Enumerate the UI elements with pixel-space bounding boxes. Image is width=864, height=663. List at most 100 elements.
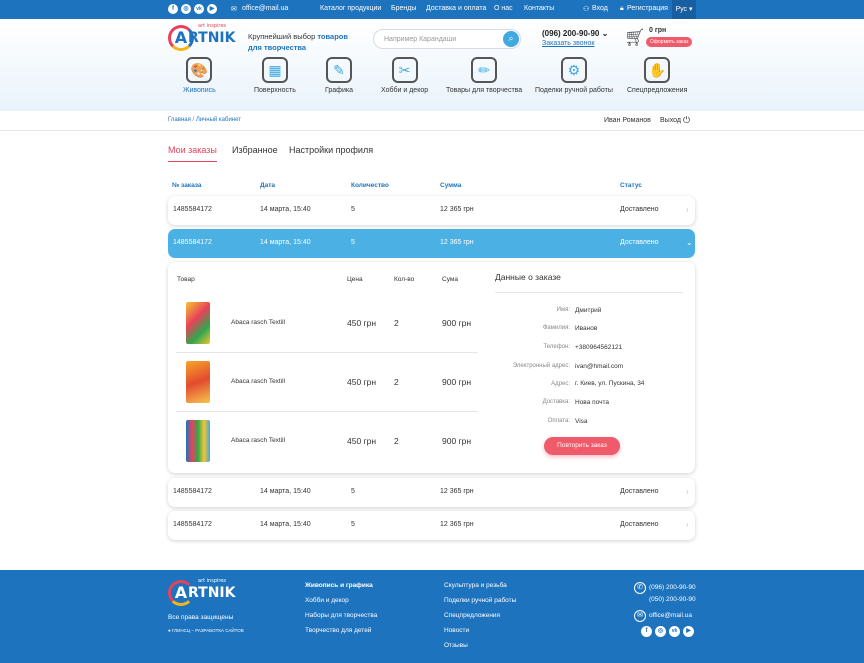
- product-row: Abaca rasch Textill 450 грн 2 900 грн: [176, 412, 478, 471]
- power-icon[interactable]: ⏻: [683, 115, 693, 125]
- vk-icon[interactable]: vk: [669, 626, 680, 637]
- register-link[interactable]: Регистрация: [627, 5, 668, 12]
- product-name[interactable]: Abaca rasch Textill: [231, 378, 285, 385]
- order-sum: 12 365 грн: [440, 488, 474, 495]
- tagline-plain: Крупнейший выбор: [248, 32, 318, 41]
- footer-email[interactable]: office@mail.ua: [649, 612, 692, 619]
- language-select[interactable]: Рус ▾: [672, 0, 696, 19]
- callback-link[interactable]: Заказать звонок: [542, 40, 594, 47]
- order-date: 14 марта, 15:40: [260, 521, 311, 528]
- tab-profile-settings[interactable]: Настройки профиля: [289, 145, 373, 155]
- category-graphics[interactable]: ✎ Графика: [325, 57, 353, 94]
- footer-link[interactable]: Поделки ручной работы: [444, 597, 516, 604]
- footer-link[interactable]: Скульптура и резьба: [444, 582, 507, 589]
- checkout-button[interactable]: Оформить заказ: [646, 37, 693, 47]
- product-name[interactable]: Abaca rasch Textill: [231, 437, 285, 444]
- order-qty: 5: [351, 206, 355, 213]
- chevron-right-icon[interactable]: ›: [686, 520, 689, 529]
- category-painting[interactable]: 🎨 Живопись: [183, 57, 216, 94]
- category-creativity[interactable]: ✏ Товары для творчества: [446, 57, 522, 94]
- field-label: Адрес:: [551, 381, 570, 387]
- order-row-selected[interactable]: 1485584172 14 марта, 15:40 5 12 365 грн …: [168, 229, 695, 258]
- product-image[interactable]: [186, 302, 210, 344]
- breadcrumb-home[interactable]: Главная: [168, 117, 191, 123]
- mail-icon: ✉: [231, 6, 237, 13]
- product-price: 450 грн: [347, 318, 377, 328]
- col-sum: Сумма: [440, 182, 462, 189]
- facebook-icon[interactable]: f: [641, 626, 652, 637]
- cart-icon[interactable]: 🛒︎: [624, 29, 646, 47]
- footer-link[interactable]: Хобби и декор: [305, 597, 349, 604]
- order-row[interactable]: 1485584172 14 марта, 15:40 5 12 365 грн …: [168, 478, 695, 507]
- search-icon[interactable]: ⌕: [503, 31, 519, 47]
- nav-brands[interactable]: Бренды: [391, 5, 416, 12]
- youtube-icon[interactable]: ▶: [683, 626, 694, 637]
- chevron-down-icon[interactable]: ⌄: [686, 238, 693, 247]
- product-image[interactable]: [186, 361, 210, 403]
- order-qty: 5: [351, 239, 355, 246]
- product-qty: 2: [394, 377, 399, 387]
- breadcrumb-separator: /: [192, 117, 195, 123]
- header-phone[interactable]: (096) 200-90-90 ⌄: [542, 29, 608, 38]
- divider: [495, 292, 683, 293]
- footer-link[interactable]: Новости: [444, 627, 469, 634]
- order-row[interactable]: 1485584172 14 марта, 15:40 5 12 365 грн …: [168, 511, 695, 540]
- field-value: г. Киев, ул. Пускина, 34: [575, 380, 645, 387]
- search-box[interactable]: Например Карандаши ⌕: [373, 29, 521, 49]
- field-label: Телефон:: [543, 344, 570, 350]
- user-name[interactable]: Иван Романов: [604, 117, 651, 124]
- cart-sum: 0 грн: [649, 27, 667, 34]
- instagram-icon[interactable]: ◎: [181, 4, 191, 14]
- field-value: Visa: [575, 418, 588, 425]
- category-surface[interactable]: ▦ Поверхность: [254, 57, 296, 94]
- footer-link[interactable]: Творчество для детей: [305, 627, 371, 634]
- developer-credit[interactable]: ● ГЛИНСЦ – РАЗРАБОТКА САЙТОВ: [168, 628, 244, 633]
- repeat-order-button[interactable]: Повторить заказ: [544, 437, 620, 455]
- topbar-email[interactable]: office@mail.ua: [242, 5, 288, 12]
- tab-my-orders[interactable]: Мои заказы: [168, 145, 217, 162]
- product-qty: 2: [394, 318, 399, 328]
- footer-logo[interactable]: art inspires ARTNIK: [168, 578, 235, 606]
- category-label: Спецпредложения: [627, 87, 688, 94]
- order-row[interactable]: 1485584172 14 марта, 15:40 5 12 365 грн …: [168, 196, 695, 225]
- instagram-icon[interactable]: ◎: [655, 626, 666, 637]
- product-sum: 900 грн: [442, 318, 472, 328]
- nav-delivery[interactable]: Доставка и оплата: [426, 5, 486, 12]
- tagline-bold: товаров: [317, 32, 348, 41]
- breadcrumb-current[interactable]: Личный кабинет: [196, 117, 241, 123]
- category-label: Графика: [325, 87, 353, 94]
- pencil-icon: ✎: [325, 57, 352, 83]
- vk-icon[interactable]: vk: [194, 4, 204, 14]
- logo[interactable]: art inspires ARTNIK: [168, 23, 235, 51]
- chevron-right-icon[interactable]: ›: [686, 487, 689, 496]
- category-handmade[interactable]: ⚙ Поделки ручной работы: [535, 57, 613, 94]
- search-input[interactable]: Например Карандаши: [384, 36, 456, 43]
- chevron-down-icon[interactable]: ⌄: [602, 29, 609, 38]
- footer-link[interactable]: Наборы для творчества: [305, 612, 377, 619]
- order-date: 14 марта, 15:40: [260, 206, 311, 213]
- nav-contacts[interactable]: Контакты: [524, 5, 554, 12]
- field-label: Имя:: [556, 307, 570, 313]
- product-row: Abaca rasch Textill 450 грн 2 900 грн: [176, 353, 478, 412]
- chevron-right-icon[interactable]: ›: [686, 205, 689, 214]
- product-name[interactable]: Abaca rasch Textill: [231, 319, 285, 326]
- footer-link[interactable]: Спецпредложения: [444, 612, 500, 619]
- footer-link[interactable]: Живопись и графика: [305, 582, 373, 589]
- login-link[interactable]: Вход: [592, 5, 608, 12]
- palette-icon: 🎨: [186, 57, 213, 83]
- product-image[interactable]: [186, 420, 210, 462]
- youtube-icon[interactable]: ▶: [207, 4, 217, 14]
- facebook-icon[interactable]: f: [168, 4, 178, 14]
- tab-favorites[interactable]: Избранное: [232, 145, 278, 155]
- category-special[interactable]: ✋ Спецпредложения: [627, 57, 687, 94]
- nav-about[interactable]: О нас: [494, 5, 513, 12]
- nav-catalog[interactable]: Каталог продукции: [320, 5, 381, 12]
- footer-phone[interactable]: (096) 200-90-90: [649, 584, 696, 591]
- tagline: Крупнейший выбор товаров для творчества: [248, 31, 368, 53]
- footer-link[interactable]: Отзывы: [444, 642, 468, 649]
- footer-phone[interactable]: (050) 200-90-90: [649, 596, 696, 603]
- logout-link[interactable]: Выход: [660, 117, 681, 124]
- mail-icon: ✉: [634, 610, 646, 622]
- product-price: 450 грн: [347, 436, 377, 446]
- category-hobby[interactable]: ✂ Хобби и декор: [381, 57, 428, 94]
